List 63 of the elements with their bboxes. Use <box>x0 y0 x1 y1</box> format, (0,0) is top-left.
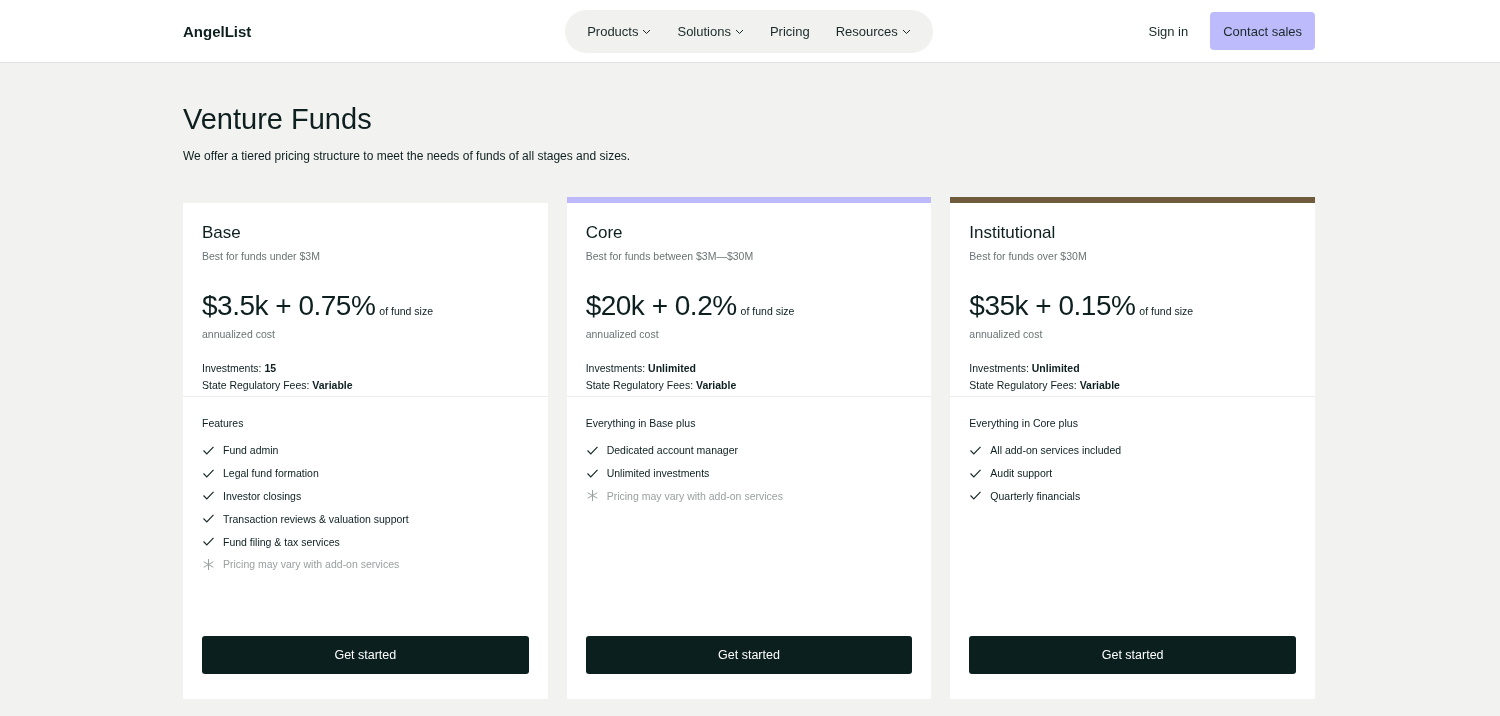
nav-link[interactable]: Products <box>577 20 662 43</box>
plan-price: $3.5k + 0.75% <box>202 290 376 322</box>
page-subtitle: We offer a tiered pricing structure to meet the needs of funds of all stages and sizes. <box>183 149 632 163</box>
plan-stat: State Regulatory Fees: Variable <box>585 378 738 393</box>
get-started-button[interactable]: Get started <box>202 636 529 674</box>
price-note: annualized cost <box>202 328 276 340</box>
feature-text: Transaction reviews & valuation support <box>223 512 409 525</box>
feature-text: Quarterly financials <box>990 490 1081 502</box>
check-icon <box>586 468 598 478</box>
feature-text: Fund admin <box>223 444 279 457</box>
plan-name: Institutional <box>969 223 1057 243</box>
plan-stat: Investments: 15 <box>202 361 278 376</box>
contact-sales-button[interactable]: Contact sales <box>1210 12 1315 50</box>
check-icon <box>203 514 214 524</box>
logo[interactable]: AngelList <box>183 22 252 40</box>
page-title: Venture Funds <box>183 102 373 137</box>
plan-name: Base <box>202 223 242 243</box>
nav-link[interactable]: Solutions <box>667 20 754 43</box>
plan-stat: State Regulatory Fees: Variable <box>969 378 1121 393</box>
feature-text: Investor closings <box>223 490 302 502</box>
check-icon <box>203 491 214 501</box>
check-icon <box>203 445 214 455</box>
features-title: Everything in Core plus <box>969 417 1079 429</box>
plan-stat: Investments: Unlimited <box>585 361 697 376</box>
check-icon <box>203 468 214 478</box>
check-icon <box>970 468 982 478</box>
price-note: annualized cost <box>585 328 660 340</box>
asterisk-icon <box>203 558 214 570</box>
plan-tagline: Best for funds over $30M <box>969 250 1088 262</box>
price-suffix: of fund size <box>1139 305 1194 317</box>
price-suffix: of fund size <box>379 305 433 317</box>
feature-text: All add-on services included <box>990 444 1122 457</box>
plan-tagline: Best for funds between $3M—$30M <box>585 250 755 262</box>
feature-text: Dedicated account manager <box>606 444 738 457</box>
feature-text: Audit support <box>990 467 1053 480</box>
asterisk-icon <box>586 490 598 502</box>
plan-tagline: Best for funds under $3M <box>202 250 321 262</box>
sign-in-link[interactable]: Sign in <box>1144 19 1193 43</box>
price-note: annualized cost <box>969 328 1044 340</box>
check-icon <box>970 445 982 455</box>
caret-icon <box>901 28 911 35</box>
feature-note: Pricing may vary with add-on services <box>606 490 783 502</box>
plan-stat: State Regulatory Fees: Variable <box>202 378 354 393</box>
plan-name: Core <box>585 223 624 243</box>
feature-note: Pricing may vary with add-on services <box>223 558 400 571</box>
feature-text: Fund filing & tax services <box>223 535 340 548</box>
nav-link[interactable]: Resources <box>825 20 921 43</box>
caret-icon <box>734 28 744 35</box>
features-title: Features <box>202 417 245 429</box>
get-started-button[interactable]: Get started <box>585 636 913 674</box>
check-icon <box>203 537 214 547</box>
caret-icon <box>642 28 652 35</box>
feature-text: Legal fund formation <box>223 467 319 480</box>
check-icon <box>970 491 982 501</box>
plan-price: $20k + 0.2% <box>585 290 737 322</box>
plan-price: $35k + 0.15% <box>969 290 1136 322</box>
price-suffix: of fund size <box>740 305 795 317</box>
get-started-button[interactable]: Get started <box>969 636 1296 674</box>
plan-stat: Investments: Unlimited <box>969 361 1081 376</box>
features-title: Everything in Base plus <box>585 417 697 429</box>
feature-text: Unlimited investments <box>606 467 710 480</box>
check-icon <box>586 445 598 455</box>
nav-link[interactable]: Pricing <box>759 20 820 43</box>
